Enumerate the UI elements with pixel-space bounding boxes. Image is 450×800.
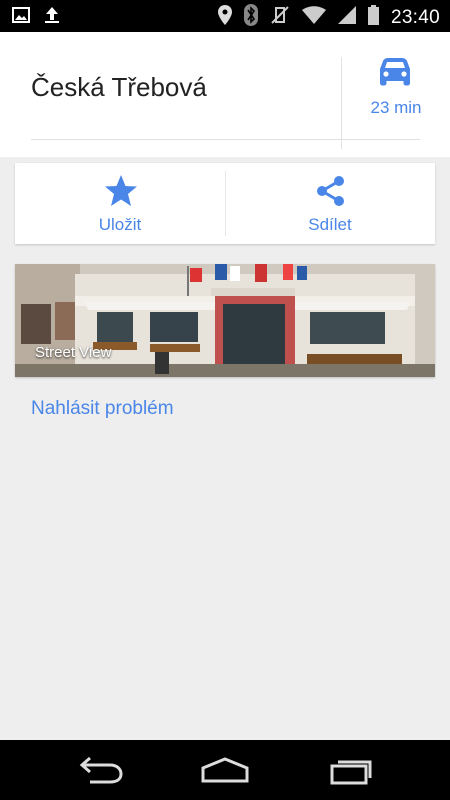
battery-icon [367, 5, 379, 30]
street-view-label: Street View [35, 344, 112, 361]
directions-button[interactable]: 23 min [342, 32, 450, 142]
back-icon[interactable] [76, 754, 124, 791]
save-button[interactable]: Uložit [15, 163, 225, 244]
place-header: Česká Třebová 23 min [0, 32, 450, 157]
street-view-preview[interactable]: Street View [15, 264, 435, 377]
vibrate-off-icon [270, 5, 290, 30]
share-icon [314, 174, 348, 213]
recent-apps-icon[interactable] [328, 754, 376, 791]
header-divider [31, 139, 420, 140]
wifi-icon [301, 6, 326, 29]
report-problem-link[interactable]: Nahlásit problém [31, 398, 174, 420]
bluetooth-icon [243, 4, 258, 31]
location-icon [217, 5, 232, 30]
share-button[interactable]: Sdílet [225, 163, 435, 244]
star-icon [104, 174, 138, 213]
car-icon [377, 57, 413, 92]
share-label: Sdílet [308, 215, 352, 234]
place-title: Česká Třebová [31, 72, 207, 102]
upload-icon [44, 6, 60, 29]
home-icon[interactable] [200, 754, 250, 791]
save-label: Uložit [98, 215, 142, 234]
nav-bar [0, 740, 450, 800]
signal-icon [337, 6, 356, 29]
actions-card: Uložit Sdílet [15, 163, 435, 244]
image-icon [12, 6, 30, 29]
route-time: 23 min [370, 98, 422, 117]
status-bar: 23:40 [0, 0, 450, 32]
clock: 23:40 [390, 6, 440, 28]
